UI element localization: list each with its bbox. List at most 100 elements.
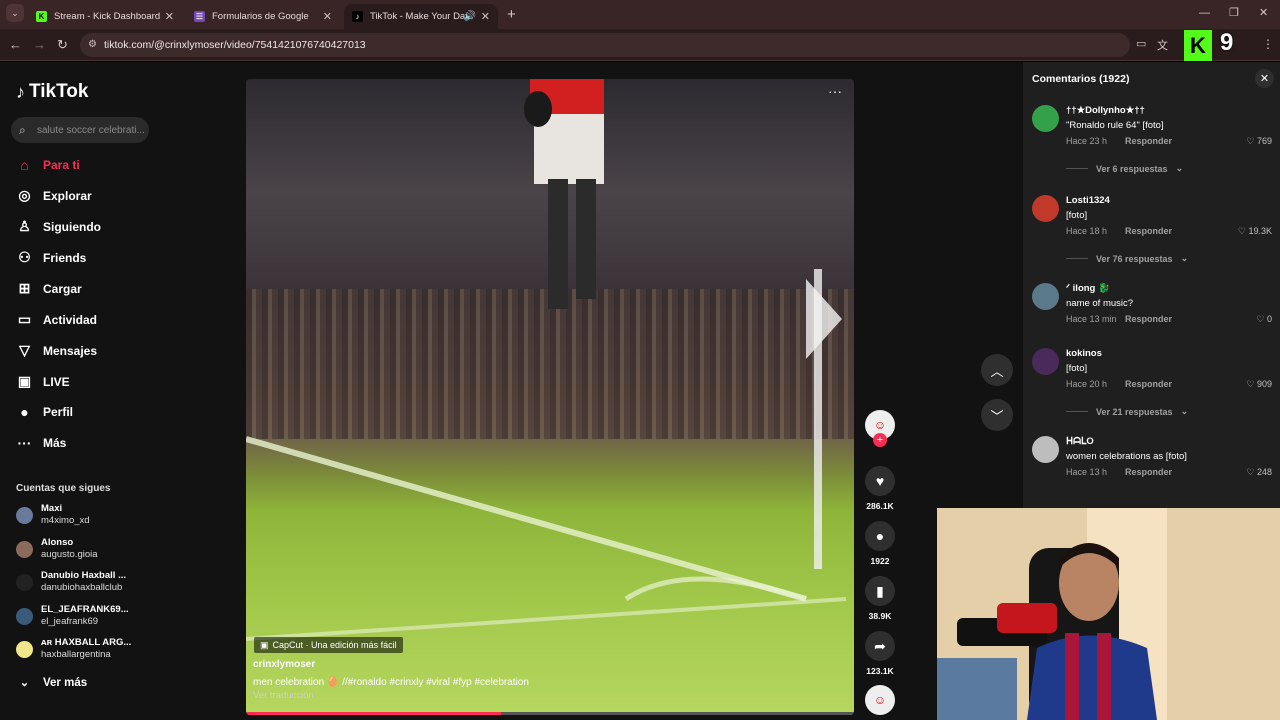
friends-icon: ⚇ bbox=[18, 249, 31, 265]
sidebar-item-label: Para ti bbox=[43, 157, 80, 172]
sidebar-item-compass[interactable]: ◎ Explorar bbox=[16, 187, 91, 204]
following-account[interactable]: Maxi m4ximo_xd bbox=[16, 503, 90, 527]
tiktok-logo[interactable]: ♪ TikTok bbox=[16, 81, 88, 103]
compass-icon: ◎ bbox=[18, 187, 31, 203]
view-replies-button[interactable]: Ver 76 respuestas ⌄ bbox=[1066, 253, 1188, 264]
back-icon[interactable]: ← bbox=[9, 37, 22, 52]
comment-like-button[interactable]: ♡ 0 bbox=[1256, 314, 1272, 325]
avatar[interactable] bbox=[1032, 195, 1059, 222]
search-input[interactable]: ⌕ salute soccer celebrati... bbox=[11, 117, 149, 143]
reply-button[interactable]: Responder bbox=[1125, 136, 1172, 146]
close-tab-icon[interactable]: ✕ bbox=[323, 10, 332, 23]
view-replies-button[interactable]: Ver 21 respuestas ⌄ bbox=[1066, 406, 1188, 417]
video-more-icon[interactable]: ··· bbox=[828, 83, 842, 99]
see-more-button[interactable]: ⌄ Ver más bbox=[16, 674, 87, 691]
new-tab-icon[interactable]: + bbox=[507, 6, 516, 23]
window-close-icon[interactable]: ✕ bbox=[1259, 6, 1268, 19]
following-account[interactable]: EL_JEAFRANK69... el_jeafrank69 bbox=[16, 604, 129, 628]
sidebar-item-friends[interactable]: ⚇ Friends bbox=[16, 249, 86, 266]
following-account[interactable]: Danubio Haxball ... danubiohaxballclub bbox=[16, 570, 126, 594]
music-avatar-button[interactable]: ☺ bbox=[865, 685, 895, 715]
comment-username[interactable]: ᐟ ilong 🐉 bbox=[1066, 283, 1110, 294]
comment-date: Hace 18 h bbox=[1066, 226, 1108, 236]
sidebar-item-live[interactable]: ▣ LIVE bbox=[16, 373, 70, 390]
bookmark-icon: ▮ bbox=[865, 576, 895, 606]
comment-username[interactable]: ᕼᗩᒪO bbox=[1066, 436, 1094, 447]
sidebar-item-messages[interactable]: ▽ Mensajes bbox=[16, 342, 97, 359]
close-tab-icon[interactable]: ✕ bbox=[165, 10, 174, 23]
account-name: Alonso bbox=[41, 537, 74, 548]
avatar[interactable] bbox=[1032, 105, 1059, 132]
video-player[interactable]: ··· ▣ CapCut · Una edición más fácil cri… bbox=[246, 79, 854, 715]
chevron-down-icon: ⌄ bbox=[1180, 406, 1189, 416]
address-bar[interactable]: ⚙ tiktok.com/@crinxlymoser/video/7541421… bbox=[80, 33, 1130, 57]
see-translation-link[interactable]: Ver traducción bbox=[253, 690, 314, 701]
comment-username[interactable]: kokinos bbox=[1066, 348, 1102, 359]
audio-playing-icon[interactable]: 🔊 bbox=[464, 11, 476, 22]
comment-button[interactable]: ● 1922 bbox=[865, 521, 895, 566]
next-video-button[interactable]: ﹀ bbox=[981, 399, 1013, 431]
sidebar-item-label: Mensajes bbox=[43, 343, 98, 358]
close-tab-icon[interactable]: ✕ bbox=[481, 10, 490, 23]
heart-outline-icon: ♡ bbox=[1256, 314, 1265, 324]
comment-like-button[interactable]: ♡ 769 bbox=[1246, 136, 1272, 147]
browser-menu-icon[interactable]: ⋮ bbox=[1262, 37, 1274, 51]
sidebar-item-more[interactable]: ··· Más bbox=[16, 434, 67, 451]
tab-search-icon[interactable]: ⌄ bbox=[6, 4, 24, 22]
chevron-down-icon: ⌄ bbox=[1180, 253, 1189, 263]
comments-title: Comentarios (1922) bbox=[1032, 73, 1130, 85]
reload-icon[interactable]: ↻ bbox=[57, 37, 68, 53]
avatar[interactable] bbox=[1032, 436, 1059, 463]
comment-like-button[interactable]: ♡ 909 bbox=[1246, 379, 1272, 390]
sidebar-item-home[interactable]: ⌂ Para ti bbox=[16, 156, 80, 173]
maximize-icon[interactable]: ❐ bbox=[1229, 6, 1239, 19]
reply-button[interactable]: Responder bbox=[1125, 467, 1172, 477]
sidebar-item-upload[interactable]: ⊞ Cargar bbox=[16, 280, 82, 297]
translate-icon[interactable]: 文 bbox=[1157, 37, 1168, 53]
comment-like-button[interactable]: ♡ 19.3K bbox=[1238, 226, 1272, 237]
comment-username[interactable]: ††★Dollynho★†† bbox=[1066, 105, 1145, 116]
previous-video-button[interactable]: ︿ bbox=[981, 354, 1013, 386]
view-replies-label: Ver 76 respuestas bbox=[1096, 253, 1173, 264]
tab-kick-dashboard[interactable]: K Stream - Kick Dashboard ✕ bbox=[28, 4, 182, 29]
reply-button[interactable]: Responder bbox=[1125, 314, 1172, 324]
video-progress-bar[interactable] bbox=[246, 712, 854, 715]
tab-tiktok[interactable]: ♪ TikTok - Make Your Day 🔊 ✕ bbox=[344, 4, 498, 29]
music-disc-icon: ☺ bbox=[865, 685, 895, 715]
share-button[interactable]: ➦ 123.1K bbox=[865, 631, 895, 676]
like-button[interactable]: ♥ 286.1K bbox=[865, 466, 895, 511]
reply-button[interactable]: Responder bbox=[1125, 379, 1172, 389]
cast-icon[interactable]: ▭ bbox=[1136, 37, 1146, 50]
viewer-count-overlay: 9 bbox=[1220, 29, 1234, 56]
divider bbox=[1066, 258, 1088, 259]
sidebar-item-activity[interactable]: ▭ Actividad bbox=[16, 311, 97, 328]
tiktok-note-icon: ♪ bbox=[16, 81, 25, 102]
comment-username[interactable]: Losti1324 bbox=[1066, 195, 1110, 206]
following-account[interactable]: ᴀʀ HAXBALL ARG... haxballargentina bbox=[16, 637, 131, 661]
reply-button[interactable]: Responder bbox=[1125, 226, 1172, 236]
following-account[interactable]: Alonso augusto.gioia bbox=[16, 537, 98, 561]
video-author[interactable]: crinxlymoser bbox=[253, 659, 315, 670]
account-name: ᴀʀ HAXBALL ARG... bbox=[41, 637, 132, 648]
sidebar-item-label: Perfil bbox=[43, 404, 74, 419]
heart-icon: ♥ bbox=[865, 466, 895, 496]
tab-google-forms[interactable]: ☰ Formularios de Google ✕ bbox=[186, 4, 340, 29]
follow-plus-icon[interactable]: + bbox=[873, 433, 887, 447]
forward-icon[interactable]: → bbox=[33, 37, 46, 52]
comment-text: "Ronaldo rule 64" [foto] bbox=[1066, 120, 1164, 131]
site-info-icon[interactable]: ⚙ bbox=[88, 39, 97, 50]
view-replies-button[interactable]: Ver 6 respuestas ⌄ bbox=[1066, 163, 1183, 174]
save-button[interactable]: ▮ 38.9K bbox=[865, 576, 895, 621]
close-comments-button[interactable]: ✕ bbox=[1255, 69, 1274, 88]
sidebar-item-profile[interactable]: ● Perfil bbox=[16, 403, 73, 420]
avatar bbox=[16, 573, 33, 591]
avatar[interactable] bbox=[1032, 348, 1059, 375]
comment-like-button[interactable]: ♡ 248 bbox=[1246, 467, 1272, 478]
minimize-icon[interactable]: — bbox=[1199, 7, 1210, 19]
sidebar-item-following[interactable]: ♙ Siguiendo bbox=[16, 218, 101, 235]
comment-like-count: 769 bbox=[1256, 136, 1272, 146]
author-avatar-button[interactable]: ☺ + bbox=[865, 410, 895, 447]
capcut-badge[interactable]: ▣ CapCut · Una edición más fácil bbox=[254, 637, 403, 653]
avatar[interactable] bbox=[1032, 283, 1059, 310]
sidebar-item-label: Más bbox=[43, 435, 67, 450]
